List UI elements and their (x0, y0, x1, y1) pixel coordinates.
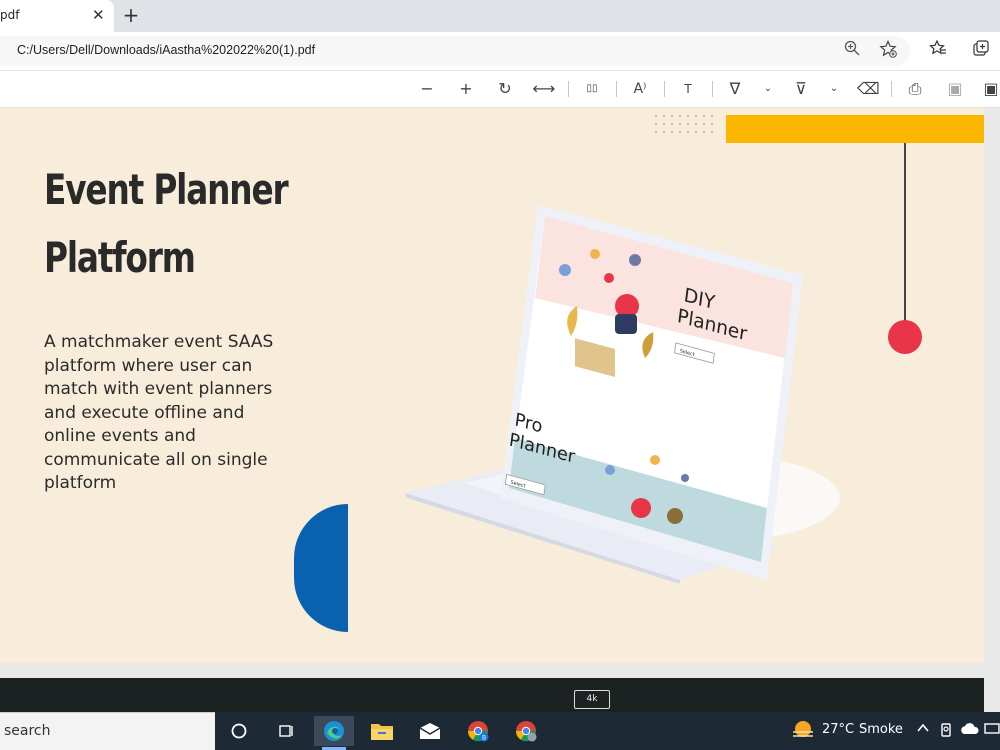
blue-half-circle (294, 504, 348, 632)
weather-temperature[interactable]: 27°C (822, 722, 854, 737)
read-aloud-icon[interactable]: A⁾ (628, 76, 652, 102)
yellow-bar (726, 115, 984, 143)
edge-browser-icon[interactable] (314, 716, 354, 750)
zoom-icon[interactable] (841, 40, 863, 62)
fit-page-icon[interactable]: ⟷ (532, 76, 556, 102)
favorites-icon[interactable] (926, 39, 950, 63)
text-box-icon[interactable]: T (677, 76, 699, 102)
taskbar: search B 27°C Smoke (0, 712, 1000, 750)
dot-pattern (652, 112, 718, 138)
onedrive-cloud-icon[interactable] (960, 722, 980, 740)
svg-text:B: B (482, 735, 486, 742)
rotate-icon[interactable]: ↻ (494, 76, 516, 102)
page-view-icon[interactable]: ▯▯ (580, 76, 604, 102)
file-icon (0, 42, 7, 56)
next-page-badge: 4k (574, 690, 610, 709)
task-view-icon[interactable] (266, 716, 306, 746)
chrome-profile-icon[interactable] (506, 716, 546, 746)
slide-title: Event Planner Platform (44, 156, 340, 292)
print-icon[interactable]: ⎙ (904, 76, 926, 102)
address-bar: C:/Users/Dell/Downloads/iAastha%202022%2… (0, 32, 1000, 71)
draw-options-chevron-icon[interactable]: ⌄ (760, 76, 776, 102)
weather-icon[interactable] (790, 718, 816, 746)
mail-icon[interactable] (410, 716, 450, 746)
pdf-page: Event Planner Platform A matchmaker even… (0, 108, 984, 663)
pdf-toolbar: − + ↻ ⟷ ▯▯ A⁾ T ∇ ⌄ ⊽ ⌄ ⌫ ⎙ ▣ ▣ (0, 71, 1000, 108)
highlight-options-chevron-icon[interactable]: ⌄ (826, 76, 842, 102)
file-explorer-icon[interactable] (362, 716, 402, 746)
draw-icon[interactable]: ∇ (724, 76, 746, 102)
url-field[interactable]: C:/Users/Dell/Downloads/iAastha%202022%2… (0, 36, 910, 66)
add-favorite-icon[interactable] (877, 40, 899, 62)
show-hidden-icons-chevron-icon[interactable] (916, 722, 930, 738)
browser-tab[interactable]: pdf ✕ (0, 0, 114, 32)
pdf-viewport[interactable]: Event Planner Platform A matchmaker even… (0, 108, 1000, 718)
red-circle (888, 320, 922, 354)
zoom-in-icon[interactable]: + (455, 76, 477, 102)
collections-icon[interactable] (969, 39, 993, 63)
new-tab-button[interactable]: + (120, 3, 142, 27)
meet-now-icon[interactable] (940, 722, 954, 742)
taskbar-search[interactable]: search (0, 712, 215, 750)
weather-description[interactable]: Smoke (859, 722, 903, 737)
url-text[interactable]: C:/Users/Dell/Downloads/iAastha%202022%2… (17, 43, 315, 57)
toolbar-divider (616, 81, 617, 97)
save-as-icon[interactable]: ▣ (982, 76, 1000, 102)
slide-title-line1: Event Planner (44, 165, 289, 214)
tab-title: pdf (0, 8, 20, 22)
zoom-out-icon[interactable]: − (416, 76, 438, 102)
toolbar-divider (568, 81, 569, 97)
toolbar-divider (712, 81, 713, 97)
toolbar-divider (664, 81, 665, 97)
laptop-illustration: DIY Planner Select Pro Planner Select (405, 205, 840, 583)
taskbar-search-placeholder: search (4, 723, 51, 739)
highlight-icon[interactable]: ⊽ (790, 76, 812, 102)
network-icon[interactable] (984, 722, 1000, 740)
save-icon[interactable]: ▣ (944, 76, 966, 102)
chrome-profile-b-icon[interactable]: B (458, 716, 498, 746)
pendulum-line (904, 143, 906, 323)
toolbar-divider (891, 81, 892, 97)
close-tab-icon[interactable]: ✕ (92, 6, 105, 24)
slide-description: A matchmaker event SAAS platform where u… (44, 332, 274, 493)
tab-strip: pdf ✕ + (0, 0, 1000, 32)
cortana-icon[interactable] (219, 716, 259, 746)
eraser-icon[interactable]: ⌫ (857, 76, 880, 102)
slide-title-line2: Platform (44, 233, 196, 282)
